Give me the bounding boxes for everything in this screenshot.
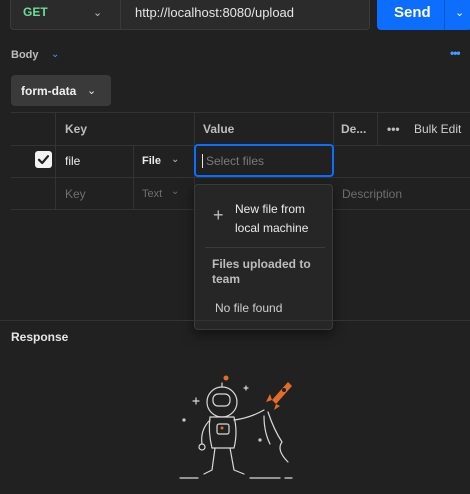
table-divider — [133, 145, 134, 210]
url-input[interactable]: http://localhost:8080/upload — [135, 5, 294, 20]
bulk-edit-dots-icon[interactable]: ••• — [387, 122, 400, 136]
response-divider — [0, 320, 470, 321]
table-divider — [55, 113, 56, 210]
plus-icon[interactable]: + — [213, 205, 224, 226]
row-key[interactable]: file — [65, 154, 80, 168]
body-section-label[interactable]: Body — [11, 49, 39, 61]
new-row-key-input[interactable]: Key — [65, 187, 86, 201]
header-value: Value — [203, 122, 235, 136]
body-type-label: form-data — [21, 83, 77, 98]
body-type-dropdown[interactable]: form-data ⌄ — [11, 75, 111, 106]
chevron-down-icon[interactable]: ⌄ — [171, 186, 179, 197]
team-files-heading: Files uploaded to team — [212, 257, 311, 286]
chevron-down-icon[interactable]: ⌄ — [51, 49, 59, 60]
new-row-description-input[interactable]: Description — [342, 187, 402, 201]
bulk-edit-button[interactable]: Bulk Edit — [414, 122, 461, 136]
send-split-divider — [444, 0, 445, 30]
response-label: Response — [11, 330, 69, 344]
chevron-down-icon[interactable]: ⌄ — [171, 154, 179, 165]
request-url-bar: GET ⌄ http://localhost:8080/upload — [10, 0, 370, 30]
text-cursor — [202, 153, 203, 168]
select-files-input[interactable]: Select files — [194, 144, 334, 177]
file-picker-popup: + New file from local machine Files uplo… — [194, 184, 333, 330]
method-label: GET — [23, 5, 48, 19]
popup-divider — [205, 247, 325, 248]
row-type[interactable]: File — [142, 155, 161, 167]
row-enabled-checkbox[interactable] — [35, 151, 52, 168]
send-label: Send — [394, 3, 431, 21]
chevron-down-icon: ⌄ — [93, 6, 103, 19]
header-description: De... — [341, 122, 367, 136]
new-file-from-local-option[interactable]: New file from local machine — [235, 200, 325, 238]
chevron-down-icon[interactable]: ⌄ — [455, 6, 464, 19]
send-button[interactable]: Send ⌄ — [377, 0, 470, 30]
select-files-placeholder: Select files — [206, 153, 265, 168]
table-divider — [11, 177, 470, 178]
table-divider — [333, 113, 334, 145]
chevron-down-icon: ⌄ — [87, 85, 97, 97]
no-file-found-text: No file found — [215, 301, 283, 315]
check-icon — [37, 155, 50, 165]
header-key: Key — [65, 122, 88, 136]
new-row-type[interactable]: Text — [142, 188, 162, 200]
more-options-icon[interactable]: ••• — [450, 46, 461, 60]
table-divider — [377, 113, 378, 145]
method-selector[interactable]: GET ⌄ — [11, 0, 121, 29]
astronaut-rocket-illustration-icon — [179, 375, 293, 479]
